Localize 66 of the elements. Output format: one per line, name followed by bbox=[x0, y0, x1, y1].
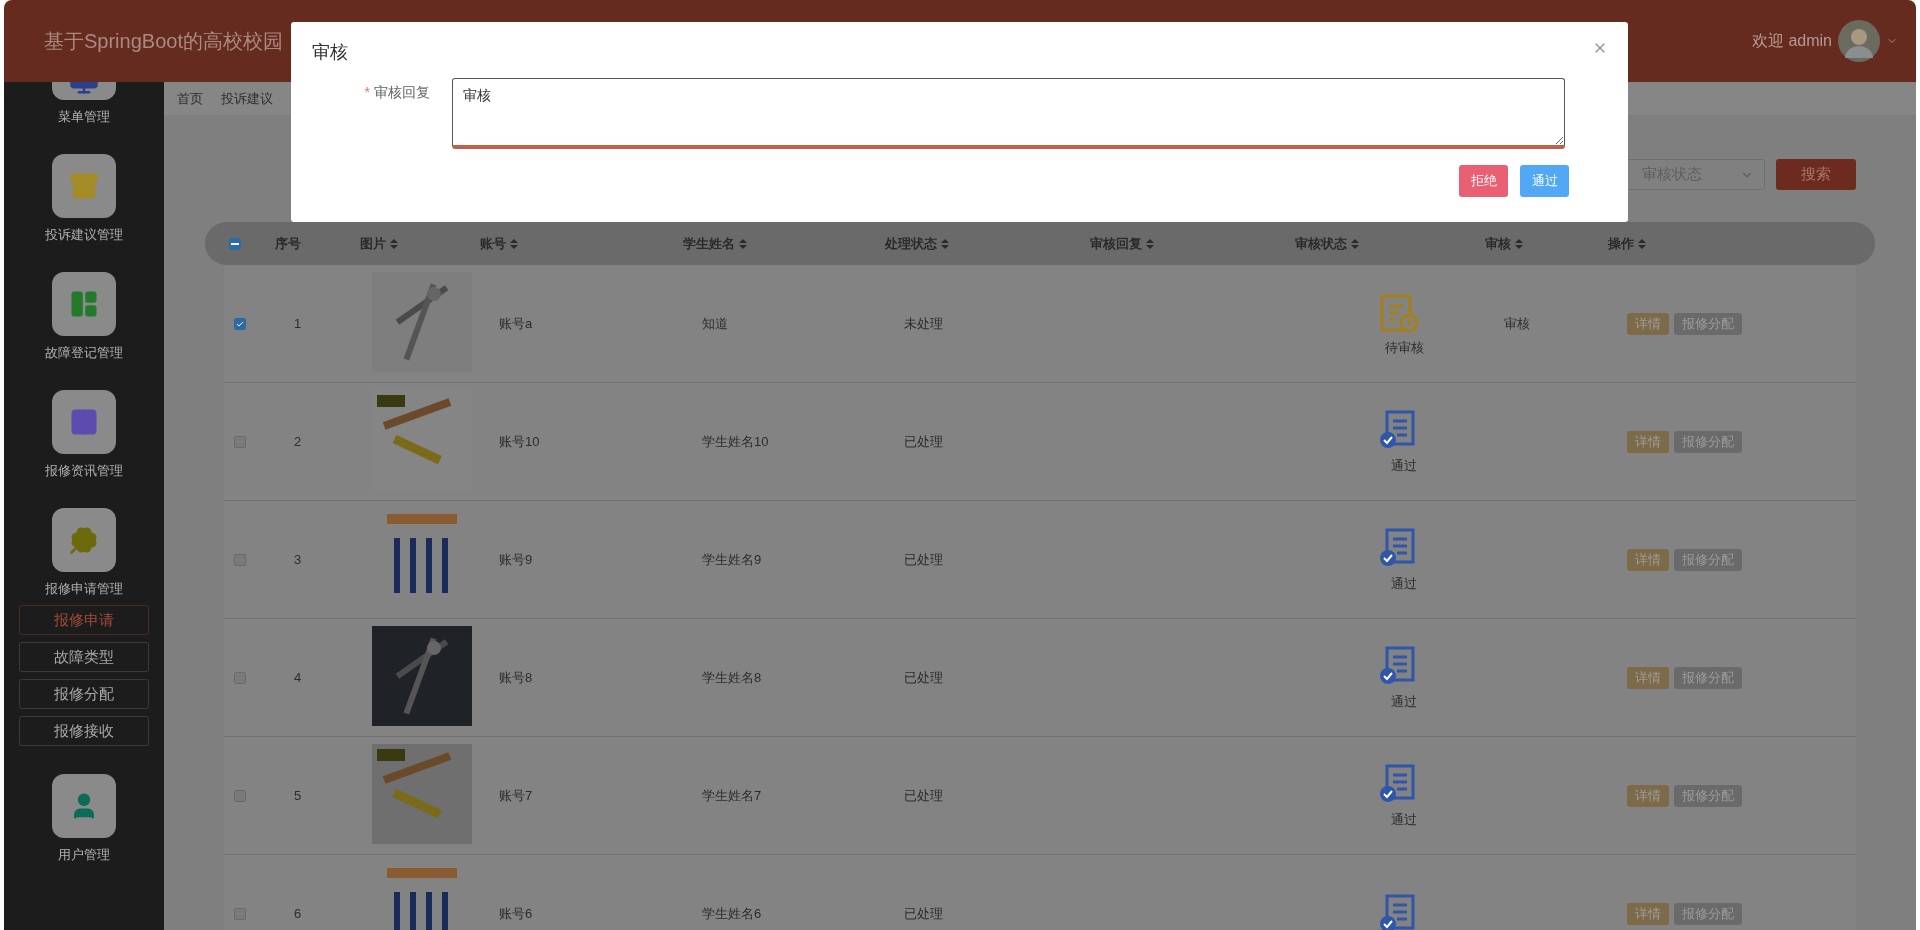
menu-label[interactable]: 故障登记管理 bbox=[45, 344, 123, 362]
column-header[interactable]: 学生姓名 bbox=[683, 234, 735, 253]
status-label: 待审核 bbox=[1383, 338, 1424, 357]
column-header[interactable]: 处理状态 bbox=[885, 234, 937, 253]
table-cell-text: 4 bbox=[293, 670, 303, 685]
column-header[interactable]: 序号 bbox=[275, 234, 301, 253]
table-cell-text: 学生姓名9 bbox=[701, 550, 763, 569]
table-cell-text: 知道 bbox=[701, 314, 729, 333]
search-button[interactable]: 搜索 bbox=[1776, 159, 1856, 190]
table-cell-text: 已处理 bbox=[903, 432, 944, 451]
column-header[interactable]: 操作 bbox=[1608, 234, 1634, 253]
status-label: 通过 bbox=[1390, 692, 1417, 711]
column-header[interactable]: 审核回复 bbox=[1090, 234, 1142, 253]
column-header[interactable]: 审核状态 bbox=[1295, 234, 1347, 253]
action-button[interactable]: 详情 bbox=[1627, 430, 1669, 453]
menu-label[interactable]: 投诉建议管理 bbox=[45, 226, 123, 244]
field-label: 审核回复 bbox=[374, 84, 430, 100]
approve-button[interactable]: 通过 bbox=[1520, 165, 1569, 197]
action-button[interactable]: 详情 bbox=[1627, 312, 1669, 335]
breadcrumb-link[interactable]: 投诉建议 bbox=[221, 89, 273, 108]
app-title: 基于SpringBoot的高校校园 bbox=[44, 28, 283, 54]
table-cell-text: 账号6 bbox=[498, 904, 534, 923]
menu-label[interactable]: 菜单管理 bbox=[58, 108, 110, 126]
action-button[interactable]: 详情 bbox=[1627, 666, 1669, 689]
table-cell-text: 6 bbox=[293, 906, 303, 921]
column-header[interactable]: 图片 bbox=[360, 234, 386, 253]
review-reply-field[interactable]: 审核 bbox=[452, 78, 1565, 149]
breadcrumb-link[interactable]: 首页 bbox=[177, 89, 203, 108]
menu-label[interactable]: 报修资讯管理 bbox=[45, 462, 123, 480]
reject-button[interactable]: 拒绝 bbox=[1459, 165, 1508, 197]
table-cell-text: 1 bbox=[293, 316, 303, 331]
submenu-item[interactable]: 报修接收 bbox=[19, 716, 149, 746]
column-header[interactable]: 审核 bbox=[1485, 234, 1511, 253]
table-cell-text: 学生姓名8 bbox=[701, 668, 763, 687]
table-cell-text: 账号9 bbox=[498, 550, 534, 569]
action-button[interactable]: 详情 bbox=[1627, 784, 1669, 807]
status-label: 通过 bbox=[1390, 810, 1417, 829]
table-cell-text: 学生姓名10 bbox=[701, 432, 770, 451]
user-greeting: 欢迎 admin bbox=[1751, 30, 1832, 51]
action-button[interactable]: 详情 bbox=[1627, 548, 1669, 571]
column-header[interactable]: 账号 bbox=[480, 234, 506, 253]
table-cell-text: 账号10 bbox=[498, 432, 541, 451]
table-cell-text: 学生姓名7 bbox=[701, 786, 763, 805]
table-cell-text: 已处理 bbox=[903, 550, 944, 569]
table-cell-text: 已处理 bbox=[903, 904, 944, 923]
table-cell-text: 2 bbox=[293, 434, 303, 449]
status-label: 通过 bbox=[1390, 456, 1417, 475]
table-cell-text: 5 bbox=[293, 788, 303, 803]
table-cell-text: 已处理 bbox=[903, 786, 944, 805]
menu-label[interactable]: 报修申请管理 bbox=[45, 580, 123, 598]
table-cell-text: 已处理 bbox=[903, 668, 944, 687]
table-cell-text: 账号8 bbox=[498, 668, 534, 687]
table-cell-text: 账号7 bbox=[498, 786, 534, 805]
action-button[interactable]: 详情 bbox=[1627, 902, 1669, 925]
required-mark: * bbox=[364, 84, 370, 100]
table-cell-text: 学生姓名6 bbox=[701, 904, 763, 923]
status-label: 通过 bbox=[1390, 574, 1417, 593]
submenu-item[interactable]: 故障类型 bbox=[19, 642, 149, 672]
table-cell-text: 未处理 bbox=[903, 314, 944, 333]
dialog-title: 审核 bbox=[312, 41, 348, 64]
submenu-item[interactable]: 报修分配 bbox=[19, 679, 149, 709]
menu-label[interactable]: 用户管理 bbox=[58, 846, 110, 864]
table-cell-text: 3 bbox=[293, 552, 303, 567]
submenu-item[interactable]: 报修申请 bbox=[19, 605, 149, 635]
review-link[interactable]: 审核 bbox=[1494, 316, 1530, 331]
table-cell-text: 账号a bbox=[498, 314, 534, 333]
